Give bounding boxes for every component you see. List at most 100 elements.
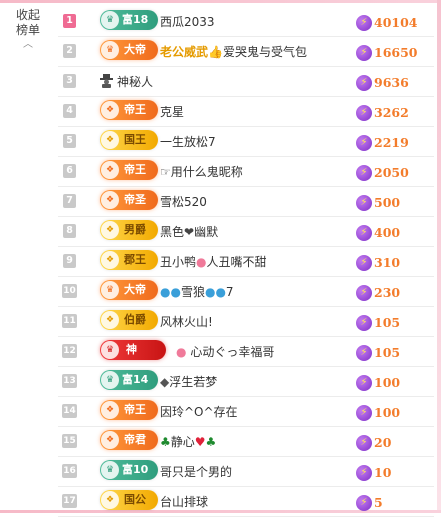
score-value: 500 <box>374 195 401 210</box>
leaderboard-row[interactable]: 11 ❖ 伯爵 风林火山! ⚡ 105 <box>58 307 434 337</box>
frame-right-border <box>437 0 441 513</box>
mystery-user-icon <box>100 74 113 88</box>
crown-icon: ♛ <box>101 461 119 479</box>
leaderboard-row[interactable]: 16 ♛ 富10 哥只是个男的 ⚡ 10 <box>58 457 434 487</box>
user-name-group[interactable]: ● 心动ぐっ幸福哥 <box>176 344 274 360</box>
leaderboard-row[interactable]: 15 ❖ 帝君 ♣静心♥♣ ⚡ 20 <box>58 427 434 457</box>
badge-label: 大帝 <box>124 43 146 56</box>
emblem-icon: ❖ <box>101 161 119 179</box>
badge-label: 帝君 <box>124 433 146 446</box>
leaderboard-row[interactable]: 2 ♛ 大帝 老公威武👍爱哭鬼与受气包 ⚡ 16650 <box>58 37 434 67</box>
badge-label: 国王 <box>124 133 146 146</box>
user-name-group[interactable]: 神秘人 <box>100 74 153 90</box>
leaderboard-row[interactable]: 4 ❖ 帝王 克星 ⚡ 3262 <box>58 97 434 127</box>
user-name[interactable]: 西瓜2033 <box>160 14 215 30</box>
level-badge[interactable]: ♛ 富18 <box>100 10 158 30</box>
chevron-up-icon: ︿ <box>23 39 33 50</box>
leaderboard-row[interactable]: 9 ❖ 郡王 丑小鸭●人丑嘴不甜 ⚡ 310 <box>58 247 434 277</box>
user-name-suffix: 👍爱哭鬼与受气包 <box>208 45 307 59</box>
user-name[interactable]: 因玲^O^存在 <box>160 404 238 420</box>
leaderboard-row[interactable]: 7 ❖ 帝圣 雪松520 ⚡ 500 <box>58 187 434 217</box>
leaderboard-row[interactable]: 14 ❖ 帝王 因玲^O^存在 ⚡ 100 <box>58 397 434 427</box>
leaderboard-row[interactable]: 8 ❖ 男爵 黑色❤幽默 ⚡ 400 <box>58 217 434 247</box>
score-value: 400 <box>374 225 401 240</box>
user-name[interactable]: 克星 <box>160 104 184 120</box>
lightning-bolt-icon: ⚡ <box>356 434 372 451</box>
lightning-bolt-icon: ⚡ <box>356 44 372 61</box>
rank-number: 11 <box>62 314 77 328</box>
score-value: 2219 <box>374 135 409 150</box>
level-badge[interactable]: ❖ 国王 <box>100 130 158 150</box>
user-name-group[interactable]: 老公威武👍爱哭鬼与受气包 <box>160 44 307 60</box>
badge-label: 帝王 <box>124 403 146 416</box>
pig-face-icon: ● <box>196 255 207 269</box>
user-name: 雪狼 <box>180 285 205 299</box>
user-name: 心动ぐっ幸福哥 <box>190 345 275 359</box>
score: ⚡ 5 <box>356 492 383 511</box>
rank-number: 8 <box>63 224 76 238</box>
level-badge[interactable]: ❖ 帝君 <box>100 430 158 450</box>
score: ⚡ 2219 <box>356 132 409 151</box>
score: ⚡ 400 <box>356 222 401 241</box>
rank-number: 14 <box>62 404 77 418</box>
leaderboard-row[interactable]: 10 ♛ 大帝 ●●雪狼●●7 ⚡ 230 <box>58 277 434 307</box>
user-name-group[interactable]: ♣静心♥♣ <box>160 434 216 450</box>
score-value: 310 <box>374 255 401 270</box>
level-badge[interactable]: ♛ 大帝 <box>100 40 158 60</box>
rank-number: 6 <box>63 164 76 178</box>
leaderboard-row[interactable]: 13 ♛ 富14 ◆浮生若梦 ⚡ 100 <box>58 367 434 397</box>
user-name-group[interactable]: 黑色❤幽默 <box>160 224 218 240</box>
level-badge[interactable]: ❖ 男爵 <box>100 220 158 240</box>
emblem-icon: ❖ <box>101 131 119 149</box>
lightning-bolt-icon: ⚡ <box>356 344 372 361</box>
level-badge[interactable]: ❖ 郡王 <box>100 250 158 270</box>
leaderboard-row[interactable]: 3 神秘人 ⚡ 9636 <box>58 67 434 97</box>
user-name[interactable]: 台山排球 <box>160 494 208 510</box>
lightning-bolt-icon: ⚡ <box>356 254 372 271</box>
badge-label: 富14 <box>122 373 149 386</box>
rank-number: 15 <box>62 434 77 448</box>
badge-label: 帝王 <box>124 103 146 116</box>
rank-number: 16 <box>62 464 77 478</box>
score: ⚡ 20 <box>356 432 392 451</box>
level-badge[interactable]: ❖ 国公 <box>100 490 158 510</box>
level-badge[interactable]: ♛ 神 <box>100 340 166 360</box>
score-value: 100 <box>374 375 401 390</box>
emblem-icon: ❖ <box>101 311 119 329</box>
leaderboard-list: 1 ♛ 富18 西瓜2033 ⚡ 40104 2 ♛ 大帝 老公威武👍爱哭鬼与受气包 … <box>58 7 434 517</box>
score: ⚡ 105 <box>356 342 400 361</box>
level-badge[interactable]: ❖ 帝王 <box>100 160 158 180</box>
emblem-icon: ❖ <box>101 101 119 119</box>
level-badge[interactable]: ❖ 伯爵 <box>100 310 158 330</box>
level-badge[interactable]: ♛ 富10 <box>100 460 158 480</box>
level-badge[interactable]: ♛ 富14 <box>100 370 158 390</box>
leaderboard-row[interactable]: 1 ♛ 富18 西瓜2033 ⚡ 40104 <box>58 7 434 37</box>
score-value: 20 <box>374 435 392 450</box>
user-name[interactable]: 一生放松7 <box>160 134 216 150</box>
lightning-bolt-icon: ⚡ <box>356 194 372 211</box>
score: ⚡ 9636 <box>356 72 409 91</box>
user-name-group[interactable]: 丑小鸭●人丑嘴不甜 <box>160 254 267 270</box>
lightning-bolt-icon: ⚡ <box>356 404 372 421</box>
user-name-group[interactable]: ●●雪狼●●7 <box>160 284 234 300</box>
rank-number: 7 <box>63 194 76 208</box>
score-value: 2050 <box>374 165 409 180</box>
user-name[interactable]: 哥只是个男的 <box>160 464 232 480</box>
collapse-leaderboard-button[interactable]: 收起 榜单 ︿ <box>0 8 56 51</box>
level-badge[interactable]: ❖ 帝王 <box>100 100 158 120</box>
score-value: 100 <box>374 405 401 420</box>
leaderboard-row[interactable]: 12 ♛ 神 ● 心动ぐっ幸福哥 ⚡ 105 <box>58 337 434 367</box>
rank-number: 17 <box>62 494 77 508</box>
score: ⚡ 10 <box>356 462 391 481</box>
user-name-group[interactable]: ◆浮生若梦 <box>160 374 217 390</box>
badge-label: 富10 <box>122 463 149 476</box>
user-name[interactable]: 雪松520 <box>160 194 207 210</box>
level-badge[interactable]: ❖ 帝圣 <box>100 190 158 210</box>
leaderboard-row[interactable]: 6 ❖ 帝王 ☞用什么鬼昵称 ⚡ 2050 <box>58 157 434 187</box>
score: ⚡ 40104 <box>356 12 418 31</box>
level-badge[interactable]: ♛ 大帝 <box>100 280 158 300</box>
user-name[interactable]: 风林火山! <box>160 314 213 330</box>
user-name[interactable]: ☞用什么鬼昵称 <box>160 164 243 180</box>
leaderboard-row[interactable]: 5 ❖ 国王 一生放松7 ⚡ 2219 <box>58 127 434 157</box>
level-badge[interactable]: ❖ 帝王 <box>100 400 158 420</box>
